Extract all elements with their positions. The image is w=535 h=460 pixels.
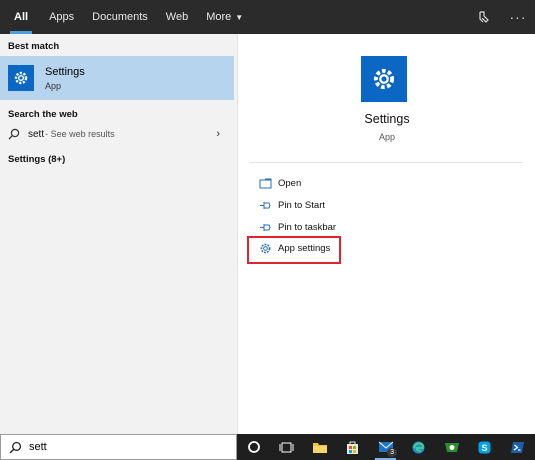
results-panel: Best match Settings App Search the web s… [0,34,237,434]
gear-icon [361,56,407,102]
details-panel: Settings App Open Pin to Start Pin to ta… [237,34,535,434]
action-pin-start[interactable]: Pin to Start [258,197,325,213]
best-match-type: App [45,80,62,91]
settings-group-heading[interactable]: Settings (8+) [0,154,65,165]
store-icon[interactable] [336,434,369,460]
action-open[interactable]: Open [258,175,301,191]
web-results-hint: - See web results [45,129,115,139]
action-open-label: Open [278,177,302,189]
chevron-down-icon: ▼ [235,12,244,22]
tab-more-label: More [206,11,232,23]
more-options-icon[interactable]: ··· [501,0,535,34]
taskbar-search-box[interactable] [0,434,237,460]
highlight-box [247,236,341,264]
tab-documents[interactable]: Documents [83,0,157,34]
edge-icon[interactable] [402,434,435,460]
pin-icon [258,222,272,233]
svg-text:S: S [481,443,487,453]
tab-all-label: All [14,11,29,23]
search-tab-bar: All Apps Documents Web More ▼ ··· [0,0,535,34]
divider [250,162,523,163]
details-app-name: Settings [364,112,410,126]
mail-badge: 3 [387,448,397,457]
gear-icon [8,65,34,91]
mail-icon[interactable]: 3 [369,434,402,460]
search-input[interactable] [29,441,209,453]
best-match-item-settings[interactable]: Settings App [0,56,234,100]
open-icon [258,178,272,189]
action-pin-taskbar[interactable]: Pin to taskbar [258,219,336,235]
tab-all[interactable]: All [0,0,40,34]
action-pin-taskbar-label: Pin to taskbar [278,221,337,233]
details-app-type: App [378,132,395,142]
search-icon [9,441,22,454]
powershell-icon[interactable] [501,434,534,460]
best-match-name: Settings [45,65,85,78]
search-web-heading: Search the web [8,109,78,120]
taskbar: 3 S [237,434,535,460]
xbox-icon[interactable] [435,434,468,460]
web-result-item[interactable]: sett - See web results › [0,123,234,145]
action-pin-start-label: Pin to Start [278,199,325,211]
tab-web-label: Web [165,11,189,23]
chevron-right-icon: › [216,128,220,140]
web-query-text: sett [28,128,45,140]
task-view-icon[interactable] [270,434,303,460]
tab-apps[interactable]: Apps [40,0,83,34]
skype-icon[interactable]: S [468,434,501,460]
tab-more[interactable]: More ▼ [197,0,252,34]
feedback-icon[interactable] [467,0,501,34]
pin-icon [258,200,272,211]
tab-web[interactable]: Web [157,0,197,34]
tab-documents-label: Documents [92,11,148,23]
file-explorer-icon[interactable] [303,434,336,460]
cortana-icon[interactable] [237,434,270,460]
search-icon [8,128,22,140]
tab-apps-label: Apps [49,11,75,23]
best-match-heading: Best match [8,41,60,52]
